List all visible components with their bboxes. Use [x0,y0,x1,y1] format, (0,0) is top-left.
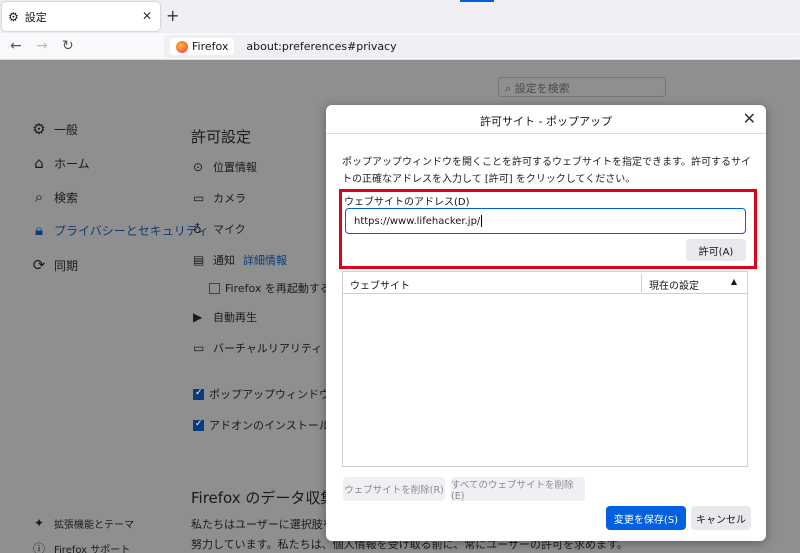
tab-settings[interactable]: ⚙ 設定 ✕ [2,2,160,31]
navigation-bar: ← → ↻ Firefox about:preferences#privacy [0,33,800,60]
restart-checkbox[interactable]: Firefox を再起動するま [209,280,342,296]
permission-microphone[interactable]: ♁ マイク [193,221,246,237]
permission-label: 通知 [213,254,235,267]
permission-vr[interactable]: ▭ バーチャルリアリティ [193,340,322,356]
sidebar-item-extensions[interactable]: ✦ 拡張機能とテーマ [30,514,134,532]
location-icon: ⊙ [193,160,204,174]
tab-title: 設定 [24,10,47,24]
reload-icon[interactable]: ↻ [62,38,74,54]
checkbox[interactable] [193,419,204,431]
lock-icon: 🔒︎ [35,221,43,239]
autoplay-icon: ▶ [193,310,203,324]
camera-icon: ▭ [193,191,205,205]
settings-search-input[interactable]: ⌕ 設定を検索 [498,77,666,97]
save-changes-button[interactable]: 変更を保存(S) [606,506,686,530]
puzzle-icon: ✦ [33,516,45,530]
sidebar-item-label: Firefox サポート [54,544,131,553]
sidebar-item-support[interactable]: ⓘ Firefox サポート [30,539,130,553]
permission-label: 位置情報 [213,161,257,174]
sidebar-item-label: 拡張機能とテーマ [54,519,134,531]
permission-camera[interactable]: ▭ カメラ [193,190,246,206]
home-icon: ⌂ [34,154,44,172]
sidebar-item-label: ホーム [54,156,90,171]
new-tab-icon[interactable]: + [166,6,179,25]
close-tab-icon[interactable]: ✕ [142,9,152,23]
search-icon: ⌕ [34,188,44,206]
vr-icon: ▭ [193,341,205,355]
sidebar-item-general[interactable]: ⚙ 一般 [30,120,78,138]
permission-notifications[interactable]: ▤ 通知 詳細情報 [193,252,287,268]
dialog-description: ポップアップウィンドウを開くことを許可するウェブサイトを指定できます。許可するサ… [342,157,751,185]
dialog-title: 許可サイト - ポップアップ [480,115,612,128]
remove-all-websites-button[interactable]: すべてのウェブサイトを削除(E) [451,477,585,502]
help-icon: ⓘ [32,541,45,553]
back-icon[interactable]: ← [10,38,22,54]
firefox-logo-icon [176,40,188,53]
url-text: about:preferences#privacy [246,40,397,53]
address-value: https://www.lifehacker.jp/ [354,215,481,227]
checkbox[interactable] [209,282,220,294]
column-divider [641,274,642,292]
remove-website-button[interactable]: ウェブサイトを削除(R) [343,477,445,501]
website-address-input[interactable]: https://www.lifehacker.jp/ [345,208,746,234]
search-placeholder: 設定を検索 [514,82,570,95]
checkbox-label: Firefox を再起動するま [225,282,342,295]
table-header: ウェブサイト 現在の設定 ▲ [343,272,747,294]
permission-label: マイク [213,223,246,236]
tab-accent [460,0,494,2]
sidebar-item-label: 検索 [54,190,79,205]
permission-label: カメラ [213,192,246,205]
sidebar-item-search[interactable]: ⌕ 検索 [30,188,78,206]
permissions-heading: 許可設定 [191,128,252,146]
learn-more-link[interactable]: 詳細情報 [243,252,287,268]
allow-button[interactable]: 許可(A) [686,239,746,261]
column-header-status[interactable]: 現在の設定 [649,277,699,292]
url-bar[interactable]: Firefox about:preferences#privacy [164,35,800,58]
text-caret [481,215,483,227]
checkbox[interactable] [193,388,204,400]
sidebar-item-label: プライバシーとセキュリティ [54,223,210,238]
gear-icon: ⚙ [32,120,46,138]
permission-location[interactable]: ⊙ 位置情報 [193,159,257,175]
identity-badge[interactable]: Firefox [170,38,235,55]
gear-icon: ⚙ [8,9,19,24]
permission-label: 自動再生 [213,311,257,324]
tab-strip: ⚙ 設定 ✕ + [0,0,800,33]
notification-icon: ▤ [193,253,205,267]
forward-icon[interactable]: → [36,38,48,54]
sidebar-item-home[interactable]: ⌂ ホーム [30,154,90,172]
sites-table[interactable]: ウェブサイト 現在の設定 ▲ [342,271,748,467]
close-icon[interactable]: ✕ [743,109,756,128]
cancel-button[interactable]: キャンセル [691,506,751,530]
divider [326,133,766,134]
sort-up-icon: ▲ [730,277,737,286]
sidebar-item-label: 同期 [54,258,79,273]
microphone-icon: ♁ [193,222,202,236]
sidebar-item-privacy[interactable]: 🔒︎ プライバシーとセキュリティ [30,221,209,239]
address-label: ウェブサイトのアドレス(D) [344,197,470,208]
identity-label: Firefox [192,40,229,53]
column-header-site[interactable]: ウェブサイト [350,277,410,292]
permission-label: バーチャルリアリティ [213,342,323,355]
sidebar-item-sync[interactable]: ⟳ 同期 [30,256,78,274]
sync-icon: ⟳ [32,256,46,274]
permission-autoplay[interactable]: ▶ 自動再生 [193,309,257,325]
sidebar-item-label: 一般 [54,122,79,137]
